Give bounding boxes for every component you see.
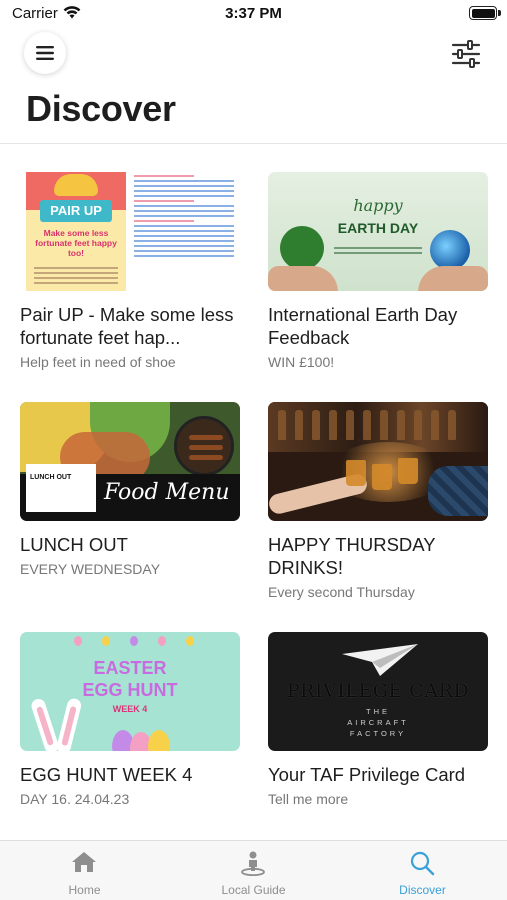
card-title: International Earth Day Feedback — [268, 304, 458, 348]
card-subtitle: Help feet in need of shoe — [20, 354, 176, 370]
battery-icon — [469, 6, 497, 20]
glass-icon — [346, 460, 366, 486]
home-icon — [72, 852, 96, 872]
status-bar: Carrier 3:37 PM — [0, 0, 507, 28]
sliders-icon — [451, 43, 481, 65]
privilege-card-brand: PRIVILEGE CARD — [286, 680, 470, 702]
discover-card-pair-up[interactable]: PAIR UP Make some less fortunate feet ha… — [20, 172, 240, 370]
tab-label: Local Guide — [221, 883, 286, 897]
poster-graphic: PAIR UP Make some less fortunate feet ha… — [26, 172, 126, 291]
card-thumbnail: PRIVILEGE CARD THE AIRCRAFT FACTORY — [268, 632, 488, 751]
thumb-egg-hunt-text: EGG HUNT — [82, 680, 178, 700]
thumb-happy-text: happy — [353, 196, 403, 215]
card-thumbnail: LUNCH OUT Food Menu — [20, 402, 240, 521]
discover-card-thursday-drinks[interactable]: HAPPY THURSDAY DRINKS! Every second Thur… — [268, 402, 488, 600]
card-title: HAPPY THURSDAY DRINKS! — [268, 534, 436, 578]
logo-text: LUNCH OUT — [30, 474, 72, 481]
thumb-easter-text: EASTER — [93, 658, 167, 678]
card-subtitle: EVERY WEDNESDAY — [20, 561, 161, 577]
menu-button[interactable] — [24, 32, 66, 74]
battery-tip — [498, 10, 501, 16]
card-title: Your TAF Privilege Card — [268, 764, 466, 785]
card-title: EGG HUNT WEEK 4 — [20, 764, 193, 785]
search-icon — [410, 851, 435, 876]
tree-icon — [280, 226, 324, 270]
lunch-out-logo — [26, 464, 96, 512]
card-thumbnail — [268, 402, 488, 521]
filter-button[interactable] — [451, 40, 481, 68]
card-title: LUNCH OUT — [20, 534, 128, 555]
discover-card-earth-day[interactable]: happy EARTH DAY International Earth Day … — [268, 172, 488, 370]
shoe-icon — [54, 174, 98, 196]
card-thumbnail: EASTER EGG HUNT WEEK 4 — [20, 632, 240, 751]
card-subtitle: Every second Thursday — [268, 584, 415, 600]
card-subtitle: WIN £100! — [268, 354, 335, 370]
poster-tagline: Make some less fortunate feet happy too! — [35, 228, 117, 258]
hamburger-icon — [36, 46, 54, 60]
tab-bar: Home Local Guide Discover — [0, 840, 507, 900]
poster-body-text — [134, 172, 234, 291]
thumb-week-text: WEEK 4 — [112, 704, 148, 714]
header-divider — [0, 143, 507, 144]
tab-local-guide[interactable]: Local Guide — [169, 841, 338, 900]
food-menu-text: Food Menu — [104, 480, 230, 505]
card-thumbnail: PAIR UP Make some less fortunate feet ha… — [20, 172, 240, 291]
discover-card-privilege-card[interactable]: PRIVILEGE CARD THE AIRCRAFT FACTORY Your… — [268, 632, 488, 807]
discover-card-egg-hunt[interactable]: EASTER EGG HUNT WEEK 4 EGG HUNT WEEK 4 D… — [20, 632, 240, 807]
paper-plane-icon — [342, 644, 418, 676]
page-title: Discover — [26, 88, 176, 129]
card-title: Pair UP - Make some less fortunate feet … — [20, 304, 234, 348]
discover-card-lunch-out[interactable]: LUNCH OUT Food Menu LUNCH OUT EVERY WEDN… — [20, 402, 240, 577]
poster-badge: PAIR UP — [40, 200, 112, 222]
tab-discover[interactable]: Discover — [338, 841, 507, 900]
status-time: 3:37 PM — [225, 5, 282, 22]
aircraft-factory-text: THE AIRCRAFT FACTORY — [347, 707, 409, 738]
card-subtitle: DAY 16. 24.04.23 — [20, 791, 130, 807]
card-thumbnail: happy EARTH DAY — [268, 172, 488, 291]
tab-label: Discover — [399, 883, 446, 897]
kebab-plate-image — [174, 416, 234, 476]
globe-icon — [430, 230, 470, 270]
tab-home[interactable]: Home — [0, 841, 169, 900]
map-pin-person-icon — [241, 851, 265, 876]
tab-label: Home — [68, 883, 101, 897]
card-subtitle: Tell me more — [268, 791, 349, 807]
